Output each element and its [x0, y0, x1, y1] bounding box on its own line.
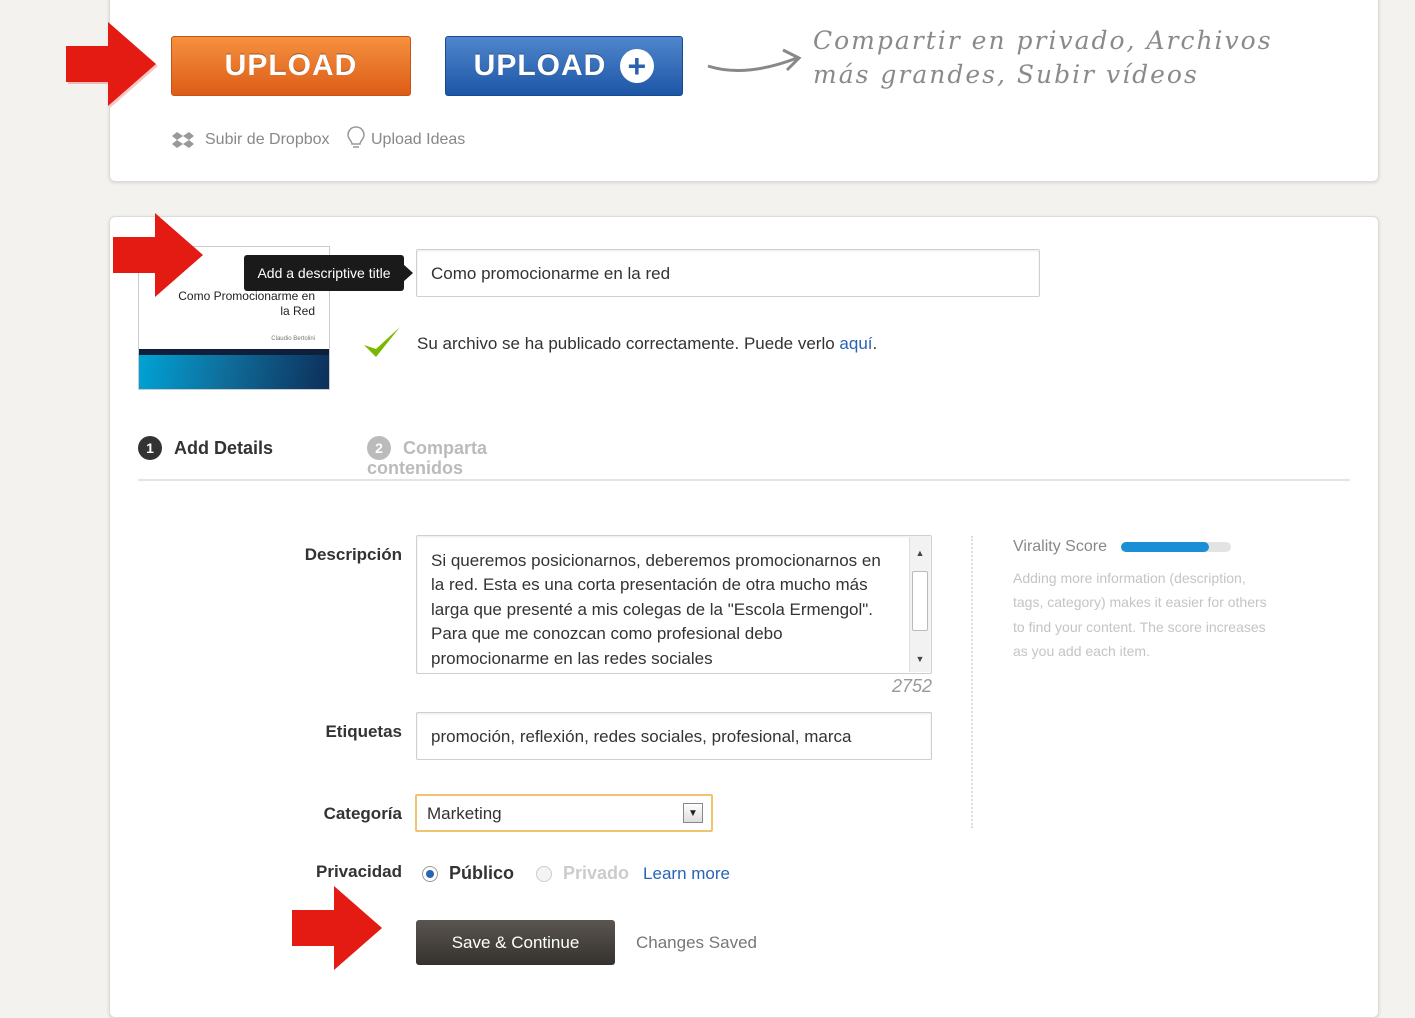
red-arrow-icon [292, 886, 382, 970]
category-value: Marketing [427, 804, 502, 823]
step-2[interactable]: 2 Comparta contenidos [367, 436, 487, 479]
upload-plus-button-label: UPLOAD [473, 49, 607, 82]
sidebar-divider [971, 536, 973, 828]
category-select[interactable]: Marketing ▼ [415, 794, 713, 832]
success-text: Su archivo se ha publicado correctamente… [417, 334, 835, 353]
description-textarea[interactable]: Si queremos posicionarnos, deberemos pro… [416, 535, 932, 674]
title-tooltip: Add a descriptive title [244, 255, 404, 291]
checkmark-icon [364, 327, 400, 357]
virality-bar [1121, 542, 1231, 552]
description-label: Descripción [304, 545, 402, 564]
step-2-label-line1: Comparta [403, 437, 488, 458]
description-line: promocionarme en las redes sociales [431, 648, 713, 668]
radio-public[interactable] [422, 865, 438, 882]
description-line: Para que me conozcan como profesional de… [431, 624, 783, 644]
lightbulb-icon [347, 126, 365, 148]
radio-private[interactable] [536, 865, 553, 882]
upload-button[interactable]: UPLOAD [171, 36, 411, 96]
privacy-options: Público Privado Learn more [422, 863, 730, 884]
step-2-number: 2 [367, 436, 391, 460]
success-end: . [872, 334, 878, 353]
privacy-label: Privacidad [316, 862, 402, 881]
promo-text-line1: Compartir en privado, Archivos [813, 26, 1273, 55]
view-here-link[interactable]: aquí [839, 334, 872, 353]
thumb-title-line2: la Red [280, 304, 315, 318]
plus-icon: + [620, 49, 655, 83]
title-input[interactable]: Como promocionarme en la red [416, 249, 1040, 297]
virality-help: Adding more information (description, ta… [1013, 570, 1267, 660]
step-2-label-line2: contenidos [367, 458, 464, 478]
tooltip-pointer [403, 264, 413, 282]
tooltip-text: Add a descriptive title [257, 265, 391, 281]
promo-text-line2: más grandes, Subir vídeos [813, 60, 1199, 89]
upload-plus-button[interactable]: UPLOAD + [445, 36, 683, 96]
virality-label: Virality Score [1013, 538, 1107, 555]
steps-divider [138, 479, 1350, 481]
step-1-label: Add Details [174, 437, 274, 458]
virality-bar-fill [1121, 542, 1209, 552]
tags-input[interactable]: promoción, reflexión, redes sociales, pr… [416, 712, 932, 760]
thumb-band [139, 351, 329, 389]
upload-button-label: UPLOAD [224, 49, 358, 82]
learn-more-link[interactable]: Learn more [643, 864, 730, 884]
category-label: Categoría [323, 804, 402, 823]
success-message: Su archivo se ha publicado correctamente… [417, 334, 877, 354]
tags-label: Etiquetas [325, 722, 402, 741]
description-scrollbar[interactable]: ▲ ▼ [909, 537, 930, 672]
save-continue-button[interactable]: Save & Continue [416, 920, 615, 965]
dropdown-arrow-icon[interactable]: ▼ [683, 803, 703, 823]
scroll-down-icon[interactable]: ▼ [910, 647, 930, 671]
step-1[interactable]: 1 Add Details [138, 436, 273, 460]
curved-arrow-icon [707, 48, 802, 72]
scroll-up-icon[interactable]: ▲ [910, 541, 930, 565]
radio-public-label[interactable]: Público [449, 863, 514, 884]
red-arrow-icon [113, 213, 203, 297]
dropbox-link[interactable]: Subir de Dropbox [205, 131, 330, 149]
scroll-thumb[interactable] [912, 571, 928, 632]
changes-saved-status: Changes Saved [636, 933, 757, 952]
upload-ideas-link[interactable]: Upload Ideas [371, 131, 465, 149]
thumb-author: Claudio Bertolini [271, 336, 315, 342]
description-line: Si queremos posicionarnos, deberemos pro… [431, 551, 881, 570]
thumb-stripe [139, 349, 329, 355]
dropbox-icon [172, 132, 194, 148]
char-counter: 2752 [891, 676, 932, 696]
description-line: la red. Esta es una corta presentación d… [431, 575, 868, 595]
step-1-number: 1 [138, 436, 162, 460]
red-arrow-icon [66, 22, 158, 108]
radio-private-label[interactable]: Privado [563, 863, 629, 884]
save-continue-label: Save & Continue [451, 932, 580, 952]
description-line: larga que presenté a mis colegas de la "… [431, 599, 874, 619]
